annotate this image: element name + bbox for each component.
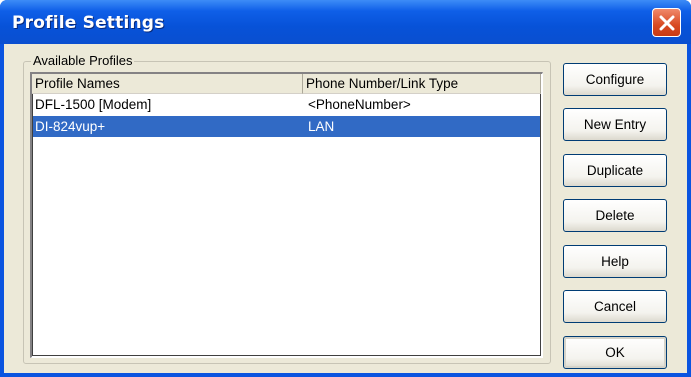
profiles-list[interactable]: Profile Names Phone Number/Link Type DFL…: [30, 72, 543, 358]
cancel-button[interactable]: Cancel: [563, 290, 667, 323]
title-bar[interactable]: Profile Settings: [0, 0, 691, 44]
delete-button[interactable]: Delete: [563, 199, 667, 232]
close-button[interactable]: [652, 8, 681, 37]
profile-name: DI-824vup+: [35, 119, 106, 134]
dialog-body: Available Profiles Profile Names Phone N…: [4, 44, 687, 373]
group-label: Available Profiles: [31, 53, 135, 69]
new-entry-button[interactable]: New Entry: [563, 108, 667, 141]
available-profiles-group: Available Profiles Profile Names Phone N…: [23, 53, 551, 364]
duplicate-button[interactable]: Duplicate: [563, 154, 667, 187]
profile-name: DFL-1500 [Modem]: [35, 97, 152, 112]
list-row-dfl-1500[interactable]: DFL-1500 [Modem] <PhoneNumber>: [33, 94, 540, 115]
profile-settings-dialog: Profile Settings Available Profiles Prof…: [0, 0, 691, 377]
column-header-phone-link-type[interactable]: Phone Number/Link Type: [303, 74, 541, 94]
window-title: Profile Settings: [12, 13, 165, 33]
configure-button[interactable]: Configure: [563, 63, 667, 96]
column-header-profile-names[interactable]: Profile Names: [32, 74, 303, 94]
list-row-di-824vup[interactable]: DI-824vup+ LAN: [33, 116, 540, 137]
ok-button[interactable]: OK: [563, 336, 667, 369]
profile-link-type: <PhoneNumber>: [308, 97, 411, 112]
profile-link-type: LAN: [308, 119, 335, 134]
close-x-icon: [659, 15, 675, 31]
help-button[interactable]: Help: [563, 245, 667, 278]
